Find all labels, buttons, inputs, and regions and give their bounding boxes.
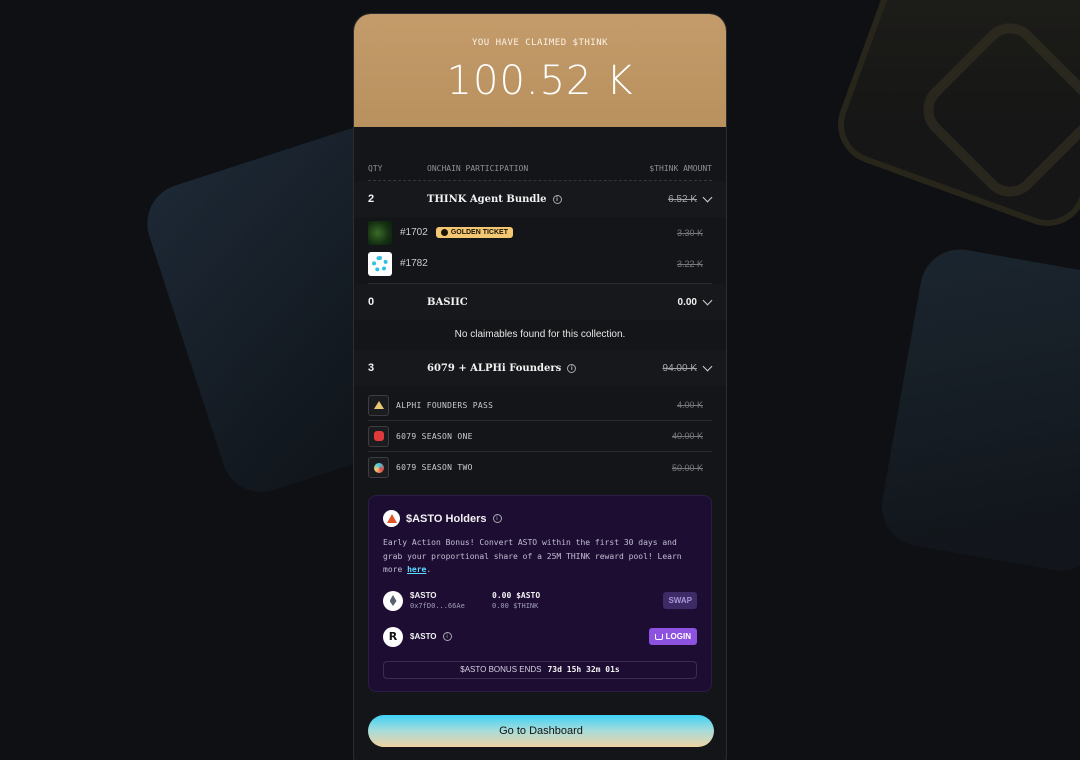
- login-token: $ASTO: [410, 632, 437, 641]
- group-row-alphi-founders[interactable]: 3 6079 + ALPHi Founders i 94.00 K: [354, 350, 726, 386]
- badge-label: GOLDEN TICKET: [450, 229, 508, 236]
- go-to-dashboard-button[interactable]: Go to Dashboard: [368, 715, 714, 747]
- swap-button[interactable]: SWAP: [663, 592, 697, 609]
- nft-thumbnail: [368, 220, 392, 245]
- claimed-label: YOU HAVE CLAIMED $THINK: [471, 38, 609, 48]
- info-icon[interactable]: i: [552, 194, 562, 204]
- group-name-wrap: 6079 + ALPHi Founders i: [427, 363, 663, 374]
- header-qty: QTY: [368, 164, 383, 173]
- item-id: #1782: [400, 258, 428, 269]
- season-two-icon: [368, 457, 389, 478]
- asto-logo-icon: [383, 510, 400, 527]
- group-name-wrap: BASIIC: [427, 297, 678, 308]
- item-name: 6079 SEASON ONE: [396, 431, 473, 441]
- wallet-info: $ASTO 0x7fD0...66Ae: [410, 591, 492, 610]
- cart-icon: [654, 633, 663, 640]
- wallet-balances: 0.00 $ASTO 0.00 $THINK: [492, 591, 540, 610]
- item-amount: 3.30 K: [676, 227, 703, 238]
- chevron-down-icon[interactable]: [703, 364, 712, 373]
- login-button[interactable]: LOGIN: [648, 628, 697, 645]
- asto-balance: 0.00 $ASTO: [492, 591, 541, 600]
- sub-list: ALPHI FOUNDERS PASS 4.00 K 6079 SEASON O…: [368, 390, 712, 483]
- chevron-down-icon[interactable]: [703, 195, 712, 204]
- r-logo-icon: R: [383, 626, 403, 647]
- group-name-wrap: THINK Agent Bundle i: [427, 194, 668, 205]
- ticket-icon: [440, 229, 448, 236]
- background-shape: [875, 243, 1080, 577]
- chevron-down-icon[interactable]: [703, 298, 712, 307]
- asto-description: Early Action Bonus! Convert ASTO within …: [383, 536, 697, 577]
- group-name: 6079 + ALPHi Founders: [427, 362, 562, 374]
- group-amount: 0.00: [677, 296, 697, 308]
- header-participation: ONCHAIN PARTICIPATION: [427, 164, 529, 173]
- bonus-label: $ASTO BONUS ENDS: [460, 665, 542, 674]
- season-one-icon: [368, 425, 389, 447]
- group-amount: 94.00 K: [662, 362, 697, 374]
- group-qty: 3: [368, 362, 375, 374]
- login-label: LOGIN: [665, 632, 691, 641]
- alphi-pass-icon: [368, 394, 389, 416]
- info-icon[interactable]: i: [492, 514, 502, 523]
- info-icon[interactable]: i: [567, 363, 577, 373]
- asto-holders-panel: $ASTO Holders i Early Action Bonus! Conv…: [368, 495, 712, 692]
- claim-summary-card: YOU HAVE CLAIMED $THINK 100.52 K QTY ONC…: [353, 13, 727, 760]
- claimed-amount: 100.52 K: [446, 58, 634, 104]
- list-item: 6079 SEASON TWO 50.00 K: [368, 452, 712, 483]
- table-header: QTY ONCHAIN PARTICIPATION $THINK AMOUNT: [368, 127, 712, 181]
- asto-header: $ASTO Holders i: [383, 510, 697, 527]
- bonus-time: 73d 15h 32m 01s: [547, 665, 620, 674]
- group-row-basiic[interactable]: 0 BASIIC 0.00: [354, 284, 726, 320]
- list-item: #1782 3.22 K: [368, 248, 712, 279]
- item-name: 6079 SEASON TWO: [396, 463, 473, 472]
- list-item: 6079 SEASON ONE 40.00 K: [368, 421, 712, 452]
- info-icon[interactable]: i: [442, 632, 452, 641]
- item-amount: 40.00 K: [671, 431, 703, 441]
- group-name: THINK Agent Bundle: [427, 193, 547, 205]
- item-amount: 4.00 K: [676, 400, 703, 410]
- group-amount: 6.52 K: [668, 193, 697, 205]
- wallet-token: $ASTO: [410, 591, 437, 600]
- header-amount: $THINK AMOUNT: [649, 164, 712, 173]
- wallet-address: 0x7fD0...66Ae: [410, 602, 465, 610]
- learn-more-link[interactable]: here: [407, 565, 426, 574]
- item-name: ALPHI FOUNDERS PASS: [396, 400, 494, 410]
- item-amount: 50.00 K: [671, 462, 703, 473]
- golden-ticket-badge: GOLDEN TICKET: [435, 227, 513, 238]
- claimed-hero: YOU HAVE CLAIMED $THINK 100.52 K: [354, 14, 726, 127]
- bonus-countdown: $ASTO BONUS ENDS 73d 15h 32m 01s: [383, 660, 697, 679]
- list-item: ALPHI FOUNDERS PASS 4.00 K: [368, 390, 712, 421]
- think-balance: 0.00 $THINK: [492, 602, 539, 610]
- list-item: #1702 GOLDEN TICKET 3.30 K: [368, 217, 712, 248]
- ethereum-icon: [383, 590, 403, 611]
- asto-title: $ASTO Holders: [406, 512, 487, 525]
- item-id: #1702: [400, 227, 428, 238]
- item-amount: 3.22 K: [676, 258, 703, 269]
- group-qty: 2: [368, 193, 375, 205]
- empty-message: No claimables found for this collection.: [454, 329, 626, 340]
- wallet-row: $ASTO 0x7fD0...66Ae 0.00 $ASTO 0.00 $THI…: [383, 590, 697, 611]
- group-qty: 0: [368, 296, 375, 308]
- desc-text-end: .: [426, 565, 432, 574]
- group-row-think-agent-bundle[interactable]: 2 THINK Agent Bundle i 6.52 K: [354, 181, 726, 217]
- login-row: R $ASTO i LOGIN: [383, 626, 697, 647]
- group-name: BASIIC: [427, 296, 468, 308]
- participation-table: QTY ONCHAIN PARTICIPATION $THINK AMOUNT …: [354, 127, 726, 483]
- nft-thumbnail: [368, 251, 392, 276]
